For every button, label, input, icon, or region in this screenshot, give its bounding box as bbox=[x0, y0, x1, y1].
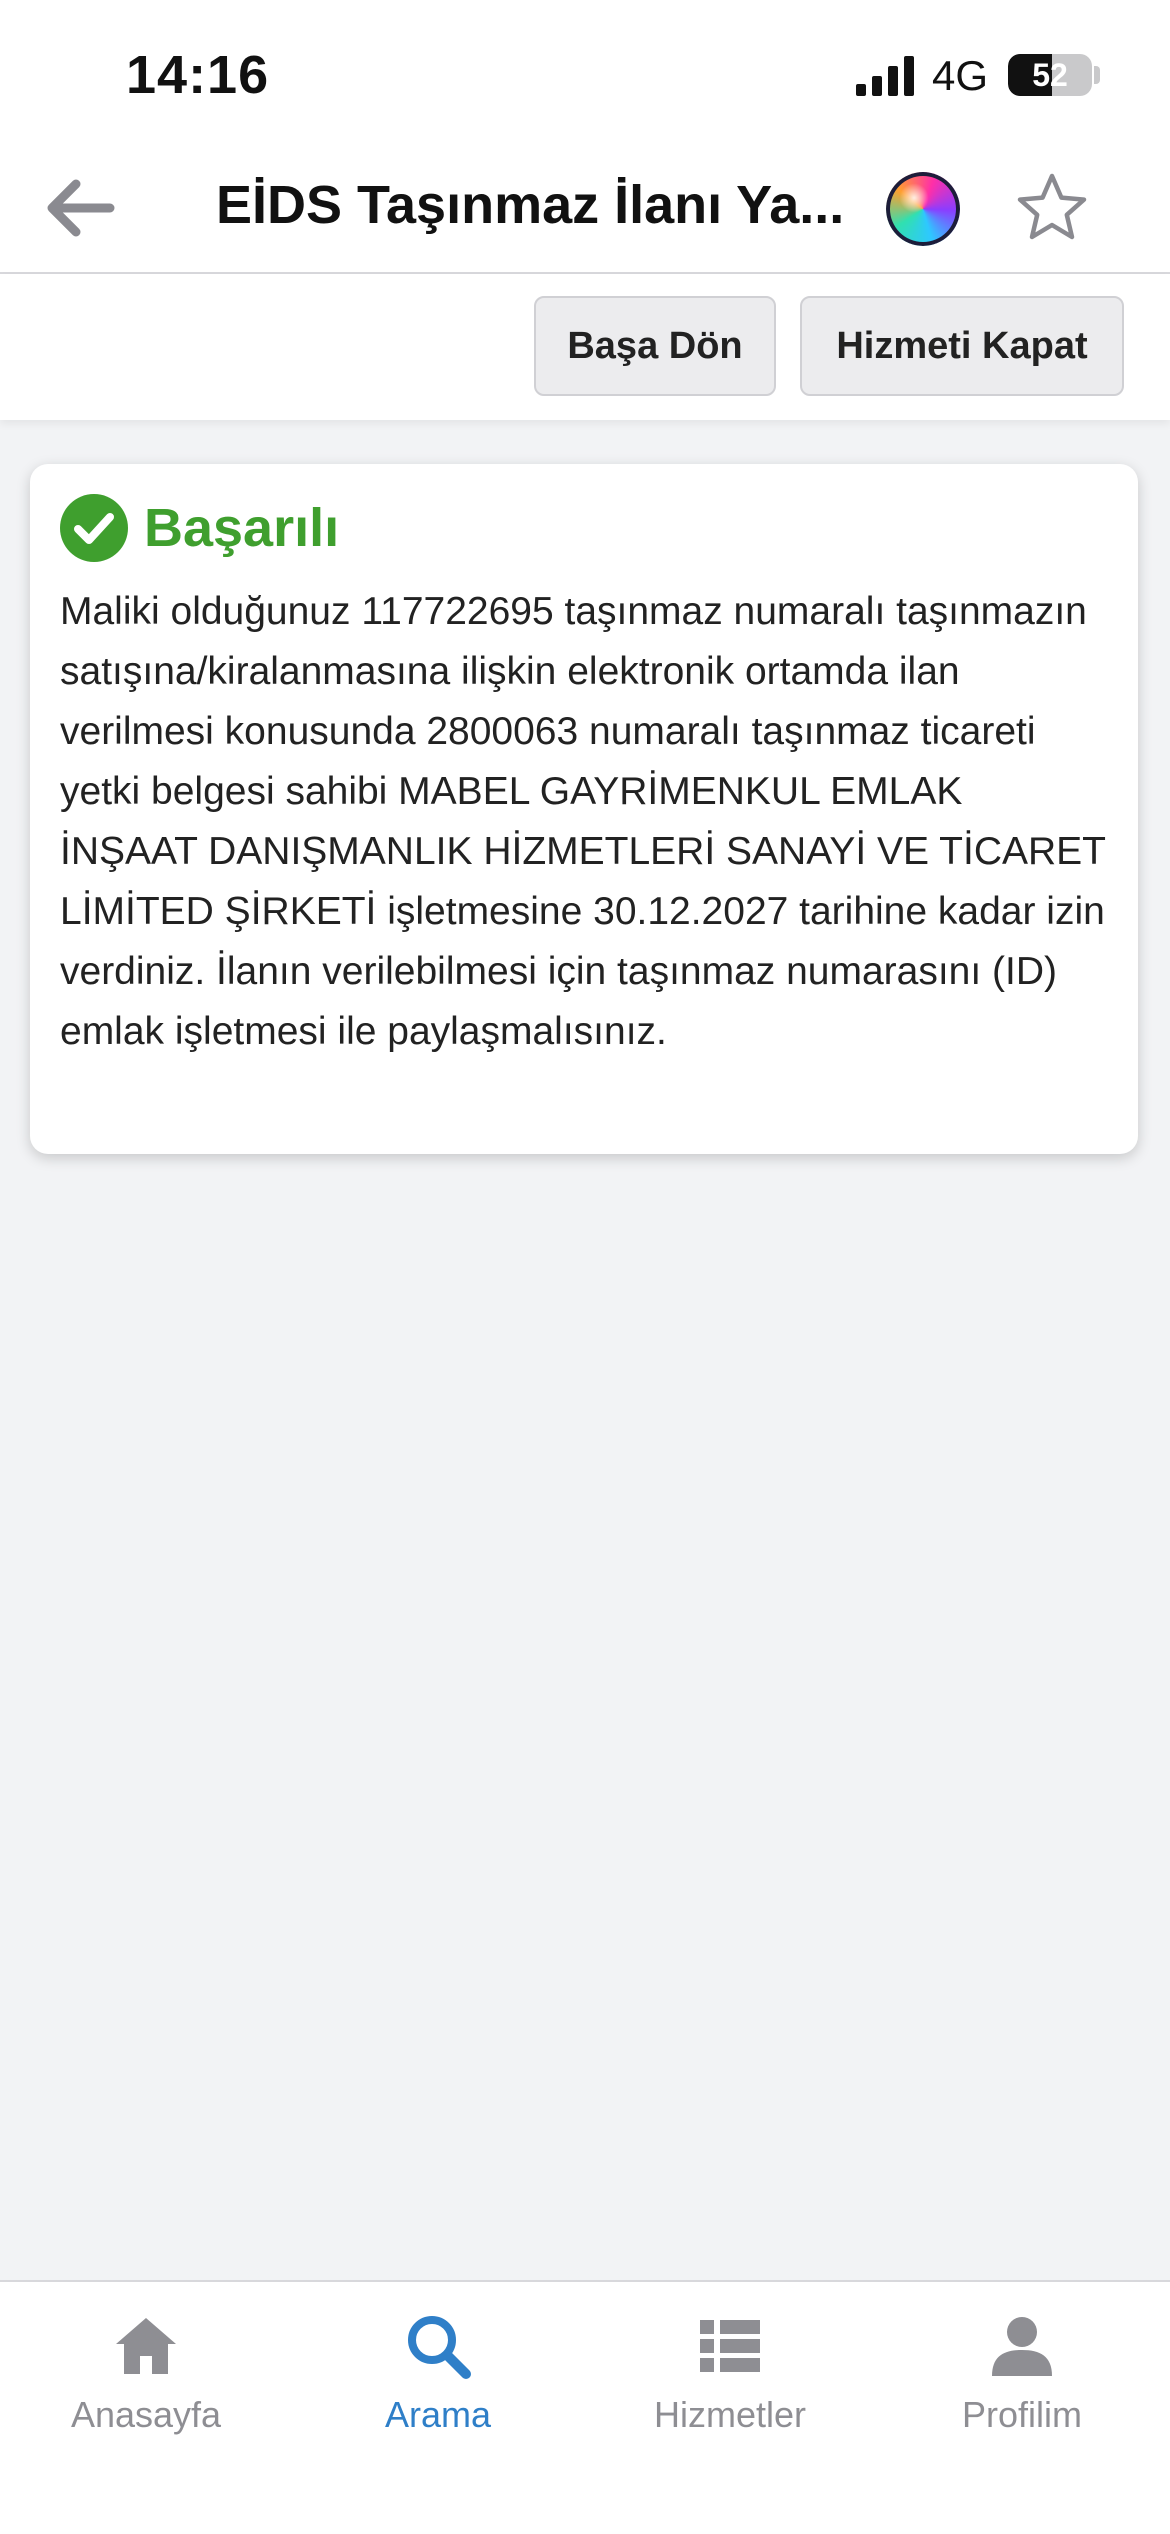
success-message: Maliki olduğunuz 117722695 taşınmaz numa… bbox=[60, 590, 1106, 1053]
arrow-left-icon bbox=[47, 179, 115, 237]
tab-label: Anasayfa bbox=[70, 2394, 222, 2435]
status-bar: 14:16 4G 52 bbox=[0, 0, 1170, 140]
back-button[interactable] bbox=[40, 168, 120, 248]
tab-services[interactable]: Hizmetler bbox=[584, 2302, 876, 2452]
status-time: 14:16 bbox=[126, 45, 270, 105]
tab-search[interactable]: Arama bbox=[292, 2302, 584, 2452]
nav-bar: EİDS Taşınmaz İlanı Ya... bbox=[0, 140, 1170, 274]
favorite-button[interactable] bbox=[1014, 170, 1090, 246]
result-card: Başarılı Maliki olduğunuz 117722695 taşı… bbox=[30, 464, 1138, 1154]
tab-profile[interactable]: Profilim bbox=[876, 2302, 1168, 2452]
tab-bar: Anasayfa Arama Hizmetler Profilim bbox=[0, 2280, 1170, 2534]
toolbar: Başa Dön Hizmeti Kapat bbox=[0, 274, 1170, 420]
tab-label: Profilim bbox=[961, 2394, 1082, 2435]
tab-home[interactable]: Anasayfa bbox=[0, 2302, 292, 2452]
list-icon bbox=[700, 2320, 760, 2372]
network-label: 4G bbox=[932, 52, 989, 99]
search-icon bbox=[408, 2316, 471, 2379]
battery-tip bbox=[1094, 66, 1100, 84]
tab-label: Hizmetler bbox=[653, 2394, 806, 2435]
check-circle-icon bbox=[60, 494, 128, 562]
close-service-button[interactable]: Hizmeti Kapat bbox=[800, 296, 1124, 396]
home-icon bbox=[116, 2318, 176, 2374]
profile-icon bbox=[992, 2317, 1052, 2376]
siri-icon[interactable] bbox=[886, 172, 960, 246]
tab-label: Arama bbox=[384, 2394, 492, 2435]
back-to-start-button[interactable]: Başa Dön bbox=[534, 296, 776, 396]
success-title: Başarılı bbox=[144, 498, 340, 558]
star-icon bbox=[1017, 173, 1087, 240]
signal-icon bbox=[856, 56, 914, 96]
battery-icon: 52 bbox=[1008, 54, 1092, 96]
battery-level: 52 bbox=[1032, 57, 1068, 93]
page-title: EİDS Taşınmaz İlanı Ya... bbox=[216, 175, 845, 235]
